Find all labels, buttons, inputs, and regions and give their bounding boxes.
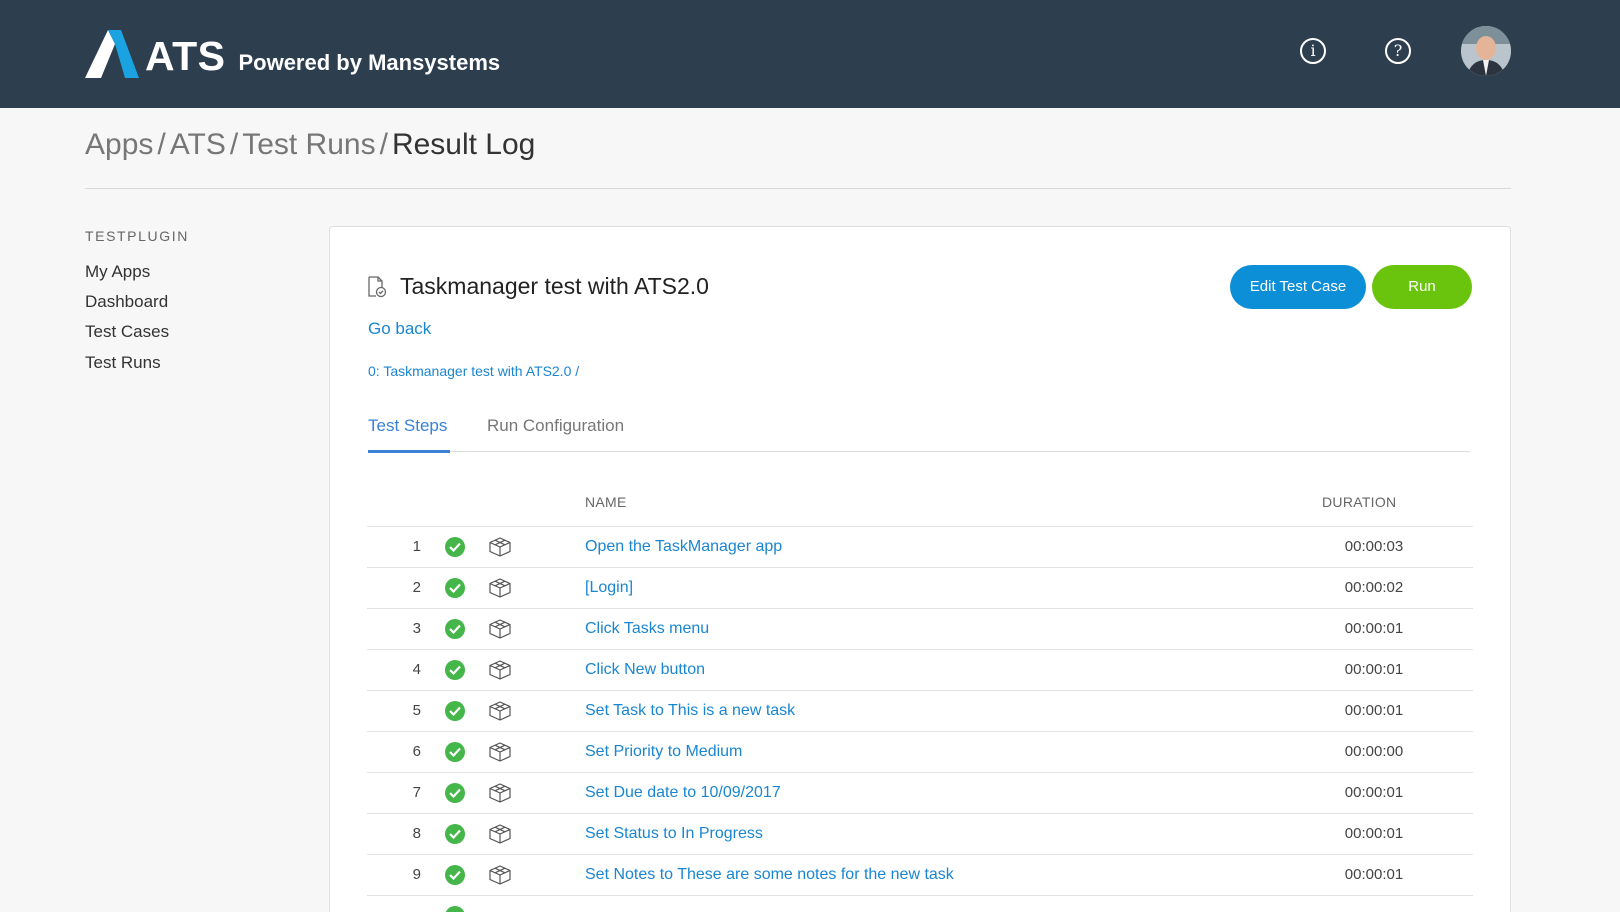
logo-subtitle: Powered by Mansystems	[238, 50, 501, 75]
tab-run-configuration[interactable]: Run Configuration	[487, 416, 624, 436]
sidebar-item-test-cases[interactable]: Test Cases	[85, 322, 169, 342]
step-name-link[interactable]: Set Task to This is a new task	[585, 702, 795, 720]
action-cube-icon	[489, 701, 511, 721]
step-duration: 00:00:01	[1344, 784, 1404, 801]
action-cube-icon	[489, 619, 511, 639]
action-cube-icon	[489, 824, 511, 844]
action-cube-icon	[489, 742, 511, 762]
step-duration: 00:00:03	[1344, 538, 1404, 555]
step-name-link[interactable]: Open the TaskManager app	[585, 538, 782, 556]
passed-check-icon	[445, 783, 465, 803]
ats-logo[interactable]: ATS Powered by Mansystems	[85, 28, 500, 78]
avatar[interactable]	[1461, 26, 1511, 76]
run-button[interactable]: Run	[1372, 265, 1472, 309]
breadcrumb-separator: /	[229, 128, 239, 161]
ats-logo-icon	[85, 30, 139, 78]
test-case-title: Taskmanager test with ATS2.0	[400, 273, 709, 299]
action-cube-icon	[489, 783, 511, 803]
go-back-link[interactable]: Go back	[368, 319, 431, 339]
passed-check-icon	[445, 906, 465, 912]
action-cube-icon	[489, 578, 511, 598]
step-name-link[interactable]: [Login]	[585, 579, 633, 597]
tabs-divider	[368, 451, 1470, 452]
step-duration: 00:00:00	[1344, 743, 1404, 760]
action-cube-icon	[489, 865, 511, 885]
logo-text: ATS	[145, 33, 226, 79]
table-row[interactable]: 5 Set Task to This is a new task 00:00:0…	[367, 690, 1473, 731]
test-case-path-link[interactable]: 0: Taskmanager test with ATS2.0 /	[368, 363, 579, 379]
passed-check-icon	[445, 824, 465, 844]
step-name-link[interactable]: Set Due date to 10/09/2017	[585, 784, 781, 802]
table-row[interactable]: 7 Set Due date to 10/09/2017 00:00:01	[367, 772, 1473, 813]
breadcrumb-separator: /	[157, 128, 166, 161]
step-name-link[interactable]: Click New button	[585, 661, 705, 679]
top-header: ATS Powered by Mansystems i ?	[0, 0, 1620, 108]
step-duration: 00:00:02	[1344, 579, 1404, 596]
passed-check-icon	[445, 660, 465, 680]
breadcrumb-separator: /	[379, 128, 388, 161]
tab-test-steps[interactable]: Test Steps	[368, 416, 447, 436]
step-number: 7	[412, 784, 421, 801]
passed-check-icon	[445, 537, 465, 557]
action-cube-icon	[489, 660, 511, 680]
help-icon[interactable]: ?	[1385, 38, 1411, 64]
table-row[interactable]: 3 Click Tasks menu 00:00:01	[367, 608, 1473, 649]
table-row[interactable]: 9 Set Notes to These are some notes for …	[367, 854, 1473, 895]
table-row[interactable]: 2 [Login] 00:00:02	[367, 567, 1473, 608]
sidebar-heading: TESTPLUGIN	[85, 228, 189, 244]
step-number: 5	[412, 702, 421, 719]
step-number: 8	[412, 825, 421, 842]
step-number: 9	[412, 866, 421, 883]
table-row[interactable]: 6 Set Priority to Medium 00:00:00	[367, 731, 1473, 772]
sidebar-item-dashboard[interactable]: Dashboard	[85, 292, 168, 312]
step-number: 1	[412, 538, 421, 555]
column-header-duration: DURATION	[1322, 494, 1397, 510]
action-cube-icon	[489, 537, 511, 557]
breadcrumb-apps[interactable]: Apps	[85, 128, 153, 161]
step-duration: 00:00:01	[1344, 825, 1404, 842]
step-duration: 00:00:01	[1344, 620, 1404, 637]
step-number: 3	[412, 620, 421, 637]
table-row[interactable]: 1 Open the TaskManager app 00:00:03	[367, 526, 1473, 567]
test-case-document-icon	[368, 276, 387, 298]
table-row[interactable]: 4 Click New button 00:00:01	[367, 649, 1473, 690]
passed-check-icon	[445, 578, 465, 598]
breadcrumb-current: Result Log	[391, 128, 536, 161]
step-number: 2	[412, 579, 421, 596]
passed-check-icon	[445, 619, 465, 639]
test-steps-table: 1 Open the TaskManager app 00:00:03 2 [L…	[367, 526, 1473, 912]
step-name-link[interactable]: Set Notes to These are some notes for th…	[585, 866, 954, 884]
breadcrumb-test-runs[interactable]: Test Runs	[242, 128, 375, 161]
step-name-link[interactable]: Set Priority to Medium	[585, 743, 742, 761]
table-row[interactable]: 8 Set Status to In Progress 00:00:01	[367, 813, 1473, 854]
passed-check-icon	[445, 742, 465, 762]
breadcrumb-ats[interactable]: ATS	[170, 128, 226, 161]
column-header-name: NAME	[585, 494, 627, 510]
sidebar-item-test-runs[interactable]: Test Runs	[85, 353, 161, 373]
passed-check-icon	[445, 701, 465, 721]
edit-test-case-button[interactable]: Edit Test Case	[1230, 265, 1366, 309]
step-duration: 00:00:01	[1344, 702, 1404, 719]
passed-check-icon	[445, 865, 465, 885]
step-duration: 00:00:01	[1344, 661, 1404, 678]
sidebar-item-my-apps[interactable]: My Apps	[85, 262, 150, 282]
step-duration: 00:00:01	[1344, 866, 1404, 883]
table-row-partial	[367, 895, 1473, 912]
breadcrumb: Apps / ATS / Test Runs / Result Log	[85, 128, 535, 162]
breadcrumb-divider	[85, 188, 1511, 189]
step-number: 6	[412, 743, 421, 760]
active-tab-indicator	[368, 450, 450, 453]
step-name-link[interactable]: Click Tasks menu	[585, 620, 709, 638]
step-number: 4	[412, 661, 421, 678]
info-icon[interactable]: i	[1300, 38, 1326, 64]
user-avatar-icon	[1461, 26, 1511, 76]
step-name-link[interactable]: Set Status to In Progress	[585, 825, 763, 843]
